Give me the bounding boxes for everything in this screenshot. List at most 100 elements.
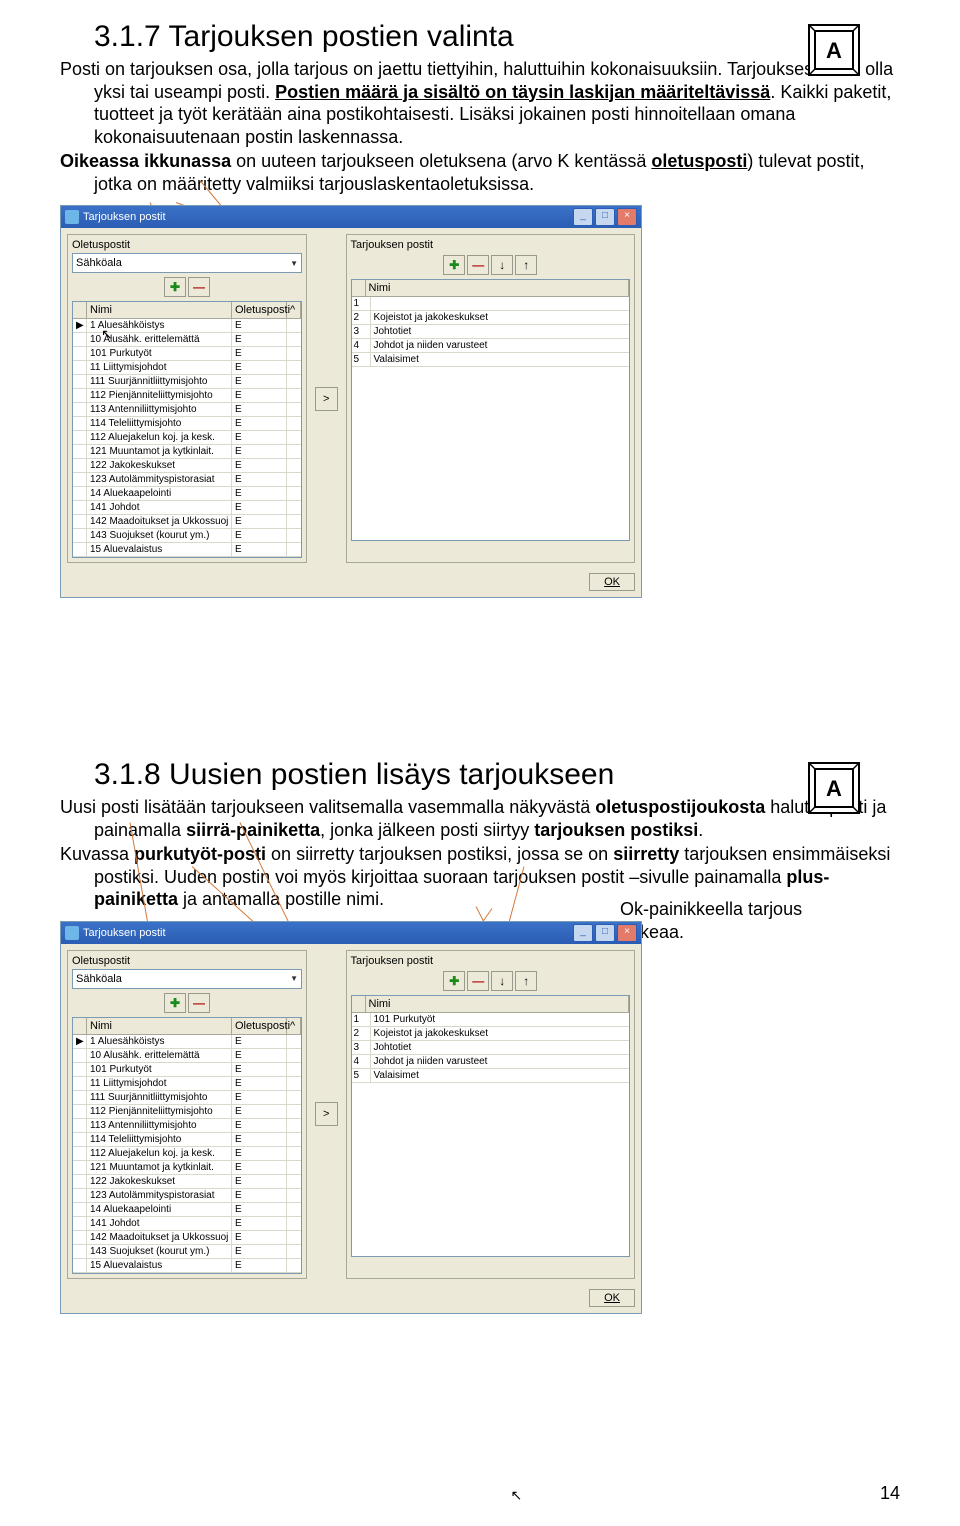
titlebar: Tarjouksen postit _ □ × <box>61 206 641 228</box>
table-row[interactable]: 3Johtotiet <box>352 325 630 339</box>
text: purkutyöt-posti <box>134 844 266 864</box>
table-row[interactable]: 141 JohdotE <box>73 1217 301 1231</box>
table-row[interactable]: 11 LiittymisjohdotE <box>73 361 301 375</box>
maximize-button[interactable]: □ <box>595 208 615 226</box>
table-row[interactable]: 15 AluevalaistusE <box>73 1259 301 1273</box>
remove-button[interactable]: — <box>467 971 489 991</box>
col-oletusposti: Oletusposti <box>232 302 287 318</box>
add-button[interactable]: ✚ <box>443 971 465 991</box>
table-row[interactable]: 112 PienjänniteliittymisjohtoE <box>73 389 301 403</box>
table-row[interactable]: 143 Suojukset (kourut ym.)E <box>73 529 301 543</box>
para: Uusi posti lisätään tarjoukseen valitsem… <box>60 796 900 841</box>
ok-button[interactable]: OK <box>589 573 635 591</box>
table-row[interactable]: 142 Maadoitukset ja UkkossuojE <box>73 1231 301 1245</box>
table-row[interactable]: 112 Aluejakelun koj. ja kesk.E <box>73 431 301 445</box>
close-button[interactable]: × <box>617 208 637 226</box>
grid-tarjouksen-postit[interactable]: Nimi 12Kojeistot ja jakokeskukset3Johtot… <box>351 279 631 541</box>
table-row[interactable]: 113 AntenniliittymisjohtoE <box>73 1119 301 1133</box>
table-row[interactable]: 143 Suojukset (kourut ym.)E <box>73 1245 301 1259</box>
para: Ok-painikkeella tarjous aukeaa. <box>620 898 820 943</box>
chevron-down-icon: ▼ <box>290 974 298 983</box>
table-row[interactable]: 112 PienjänniteliittymisjohtoE <box>73 1105 301 1119</box>
move-down-button[interactable]: ↓ <box>491 255 513 275</box>
table-row[interactable]: 1 <box>352 297 630 311</box>
text: Posti on tarjouksen osa, jolla tarjous o… <box>60 59 585 79</box>
table-row[interactable]: 123 AutolämmityspistorasiatE <box>73 1189 301 1203</box>
add-button[interactable]: ✚ <box>164 993 186 1013</box>
table-row[interactable]: 101 PurkutyötE <box>73 347 301 361</box>
text-bold: Oikeassa ikkunassa <box>60 151 231 171</box>
table-row[interactable]: 114 TeleliittymisjohtoE <box>73 417 301 431</box>
table-row[interactable]: 114 TeleliittymisjohtoE <box>73 1133 301 1147</box>
table-row[interactable]: ▶1 AluesähköistysE <box>73 1035 301 1049</box>
dropdown-ala[interactable]: Sähköala▼ <box>72 969 302 989</box>
text-underline-bold: Postien määrä ja sisältö on täysin laski… <box>275 82 770 102</box>
window-icon <box>65 210 79 224</box>
text: on siirretty tarjouksen postiksi, jossa … <box>266 844 613 864</box>
transfer-button[interactable]: > <box>315 1102 338 1126</box>
table-row[interactable]: 142 Maadoitukset ja UkkossuojE <box>73 515 301 529</box>
table-row[interactable]: 15 AluevalaistusE <box>73 543 301 557</box>
add-button[interactable]: ✚ <box>443 255 465 275</box>
section-title: 3.1.7 Tarjouksen postien valinta <box>60 20 900 54</box>
table-row[interactable]: ▶1 AluesähköistysE <box>73 319 301 333</box>
ok-button[interactable]: OK <box>589 1289 635 1307</box>
add-button[interactable]: ✚ <box>164 277 186 297</box>
col-nimi: Nimi <box>87 302 232 318</box>
table-row[interactable]: 4Johdot ja niiden varusteet <box>352 1055 630 1069</box>
table-row[interactable]: 5Valaisimet <box>352 1069 630 1083</box>
table-row[interactable]: 122 JakokeskuksetE <box>73 459 301 473</box>
move-up-button[interactable]: ↑ <box>515 255 537 275</box>
text: Uusi posti lisätään tarjoukseen valitsem… <box>60 797 595 817</box>
table-row[interactable]: 112 Aluejakelun koj. ja kesk.E <box>73 1147 301 1161</box>
text: . <box>698 820 703 840</box>
move-up-button[interactable]: ↑ <box>515 971 537 991</box>
transfer-button[interactable]: > <box>315 387 338 411</box>
table-row[interactable]: 122 JakokeskuksetE <box>73 1175 301 1189</box>
close-button[interactable]: × <box>617 924 637 942</box>
text: siirrä-painiketta <box>186 820 320 840</box>
grid-oletuspostit[interactable]: NimiOletusposti^ ▶1 AluesähköistysE10 Al… <box>72 1017 302 1274</box>
table-row[interactable]: 113 AntenniliittymisjohtoE <box>73 403 301 417</box>
dialog-tarjouksen-postit: Tarjouksen postit _ □ × Oletuspostit Säh… <box>60 921 642 1314</box>
table-row[interactable]: 123 AutolämmityspistorasiatE <box>73 473 301 487</box>
remove-button[interactable]: — <box>188 993 210 1013</box>
text-underline-bold: oletusposti <box>651 151 747 171</box>
move-down-button[interactable]: ↓ <box>491 971 513 991</box>
grid-oletuspostit[interactable]: NimiOletusposti^ ▶1 AluesähköistysE10 Al… <box>72 301 302 558</box>
table-row[interactable]: 141 JohdotE <box>73 501 301 515</box>
table-row[interactable]: 14 AluekaapelointiE <box>73 487 301 501</box>
table-row[interactable]: 111 SuurjännitliittymisjohtoE <box>73 375 301 389</box>
table-row[interactable]: 4Johdot ja niiden varusteet <box>352 339 630 353</box>
grid-tarjouksen-postit[interactable]: Nimi 1101 Purkutyöt2Kojeistot ja jakokes… <box>351 995 631 1257</box>
a-block-icon: A <box>808 762 860 814</box>
window-title: Tarjouksen postit <box>83 211 166 223</box>
minimize-button[interactable]: _ <box>573 924 593 942</box>
left-pane: Oletuspostit Sähköala▼ ✚ — NimiOletuspos… <box>67 234 307 563</box>
table-row[interactable]: 5Valaisimet <box>352 353 630 367</box>
table-row[interactable]: 2Kojeistot ja jakokeskukset <box>352 1027 630 1041</box>
table-row[interactable]: 121 Muuntamot ja kytkinlait.E <box>73 1161 301 1175</box>
table-row[interactable]: 1101 Purkutyöt <box>352 1013 630 1027</box>
label-tarjouksen-postit: Tarjouksen postit <box>351 955 631 967</box>
section-317: A 3.1.7 Tarjouksen postien valinta Posti… <box>60 20 900 598</box>
remove-button[interactable]: — <box>188 277 210 297</box>
maximize-button[interactable]: □ <box>595 924 615 942</box>
titlebar: Tarjouksen postit _ □ × <box>61 922 641 944</box>
table-row[interactable]: 10 Alusähk. erittelemättäE <box>73 333 301 347</box>
window-icon <box>65 926 79 940</box>
table-row[interactable]: 11 LiittymisjohdotE <box>73 1077 301 1091</box>
table-row[interactable]: 101 PurkutyötE <box>73 1063 301 1077</box>
table-row[interactable]: 10 Alusähk. erittelemättäE <box>73 1049 301 1063</box>
minimize-button[interactable]: _ <box>573 208 593 226</box>
table-row[interactable]: 2Kojeistot ja jakokeskukset <box>352 311 630 325</box>
table-row[interactable]: 3Johtotiet <box>352 1041 630 1055</box>
table-row[interactable]: 14 AluekaapelointiE <box>73 1203 301 1217</box>
svg-text:A: A <box>826 776 842 801</box>
table-row[interactable]: 111 SuurjännitliittymisjohtoE <box>73 1091 301 1105</box>
right-pane: Tarjouksen postit ✚ — ↓ ↑ Nimi 1101 Purk… <box>346 950 636 1279</box>
remove-button[interactable]: — <box>467 255 489 275</box>
table-row[interactable]: 121 Muuntamot ja kytkinlait.E <box>73 445 301 459</box>
dropdown-ala[interactable]: Sähköala▼ <box>72 253 302 273</box>
page-number: 14 <box>880 1483 900 1504</box>
